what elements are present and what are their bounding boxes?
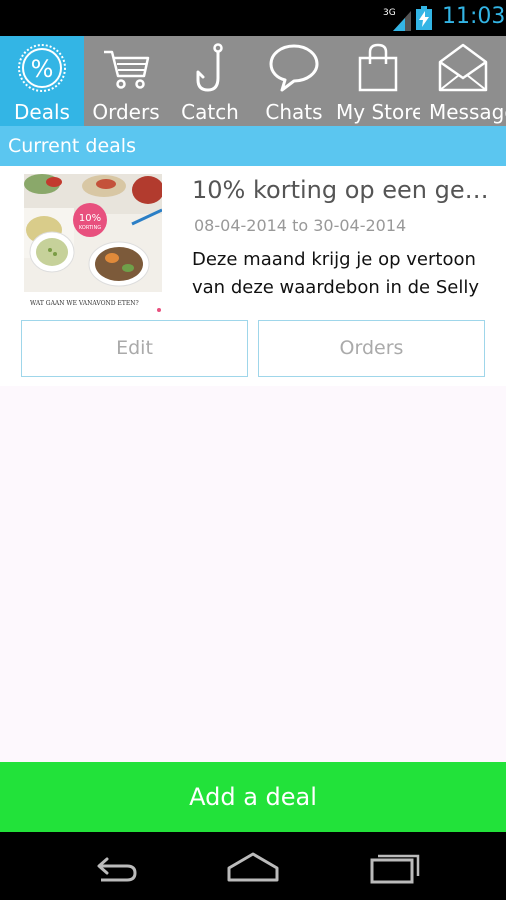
shopping-bag-icon (358, 43, 398, 92)
deal-image: 10% KORTING WAT GAAN WE VANAVOND ETEN? (24, 174, 162, 314)
percent-icon: % (18, 44, 66, 92)
edit-button[interactable]: Edit (21, 320, 248, 377)
svg-text:%: % (31, 55, 54, 83)
navigation-bar (0, 832, 506, 900)
battery-charging-icon (416, 6, 432, 30)
svg-text:3G: 3G (383, 8, 396, 18)
home-icon[interactable] (225, 846, 281, 886)
tab-label: Chats (265, 100, 323, 124)
deal-card[interactable]: 10% KORTING WAT GAAN WE VANAVOND ETEN? 1… (0, 166, 506, 386)
tab-catch[interactable]: Catch (168, 36, 252, 126)
tab-label: Deals (14, 100, 70, 124)
recent-apps-icon[interactable] (366, 846, 422, 886)
chat-bubble-icon (269, 44, 319, 92)
clock: 11:03 (442, 4, 506, 29)
back-icon[interactable] (85, 846, 141, 886)
tab-chats[interactable]: Chats (252, 36, 336, 126)
deal-image-caption: WAT GAAN WE VANAVOND ETEN? (30, 300, 139, 307)
deal-dates: 08-04-2014 to 30-04-2014 (194, 216, 407, 235)
tab-label: Catch (181, 100, 239, 124)
deal-title: 10% korting op een gerecht (192, 176, 492, 204)
hook-icon (196, 43, 223, 92)
tab-deals[interactable]: % Deals (0, 36, 84, 126)
tab-label: My Store (336, 100, 420, 124)
tab-label: Orders (92, 100, 160, 124)
cart-icon (104, 50, 150, 89)
orders-button[interactable]: Orders (258, 320, 485, 377)
envelope-icon (438, 43, 488, 92)
signal-3g-icon: 3G (383, 8, 411, 31)
tab-label: Messages (429, 100, 506, 124)
deal-image-badge: 10% (79, 213, 101, 224)
tab-bar: % Deals Orders Catch Chats My Store Mess… (0, 36, 506, 126)
tab-messages[interactable]: Messages (420, 36, 506, 126)
section-header: Current deals (0, 126, 506, 166)
tab-orders[interactable]: Orders (84, 36, 168, 126)
tab-my-store[interactable]: My Store (336, 36, 420, 126)
add-deal-button[interactable]: Add a deal (0, 762, 506, 832)
deal-image-badge-sub: KORTING (79, 225, 101, 231)
deal-description: Deze maand krijg je op vertoon van deze … (192, 249, 479, 298)
status-bar: 3G 11:03 (0, 0, 506, 36)
